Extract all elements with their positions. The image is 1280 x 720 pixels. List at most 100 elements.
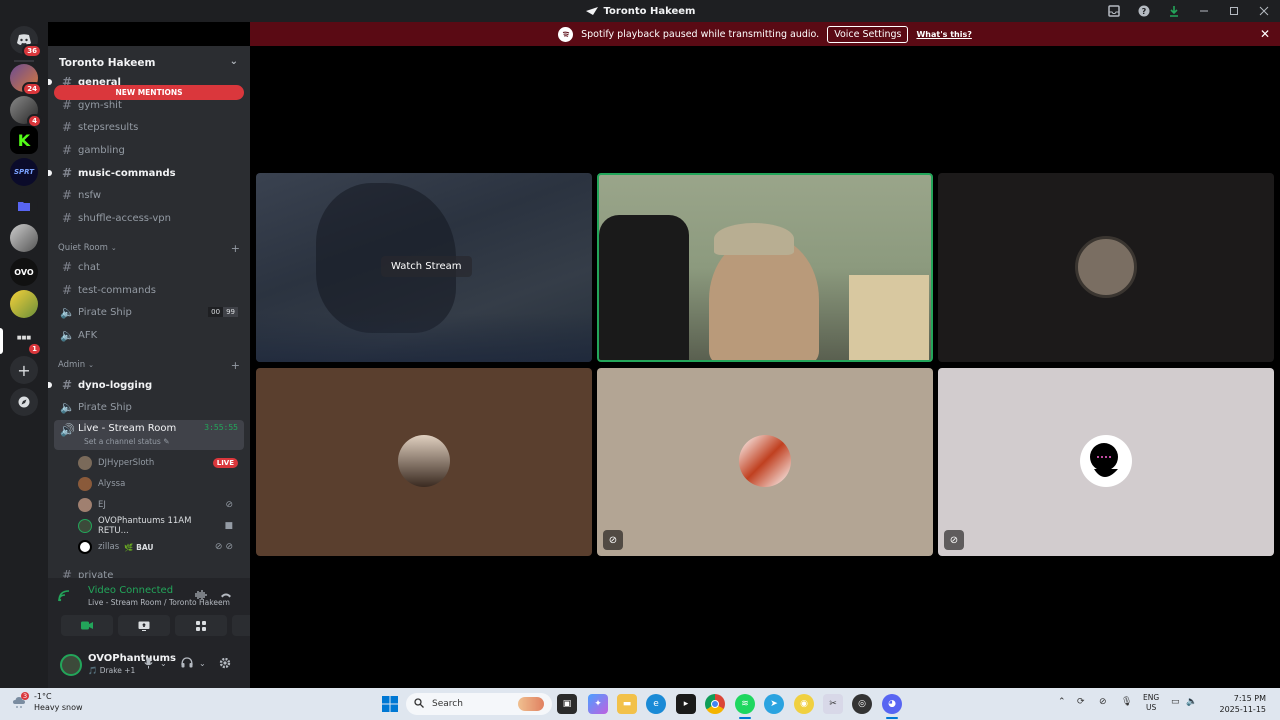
start-button[interactable] [380, 694, 400, 714]
discover-icon[interactable] [10, 388, 38, 416]
volume-icon[interactable]: 🔈 [1186, 697, 1197, 707]
connection-signal-icon[interactable] [58, 590, 70, 605]
connection-location[interactable]: Live - Stream Room / Toronto Hakeem [88, 598, 230, 607]
close-window-icon[interactable] [1256, 3, 1272, 19]
screen-share-button[interactable] [118, 615, 170, 636]
maximize-icon[interactable] [1226, 3, 1242, 19]
spotify-icon [558, 26, 574, 42]
server-icon-active[interactable]: ■■■ 1 [10, 324, 42, 356]
new-mentions-banner[interactable]: NEW MENTIONS [54, 85, 244, 100]
video-tile-ej[interactable] [938, 173, 1274, 362]
discord-taskbar-icon[interactable]: ◕ [882, 694, 902, 714]
server-icon-sport[interactable]: SPRT [10, 158, 38, 186]
server-icon-portrait[interactable]: 4 [10, 96, 42, 128]
gear-icon[interactable] [219, 657, 231, 672]
chrome-icon[interactable] [705, 694, 725, 714]
camera-button[interactable] [61, 615, 113, 636]
server-icon-character[interactable] [10, 224, 38, 252]
hash-icon: # [61, 166, 73, 180]
channel-gambling[interactable]: # gambling [54, 140, 244, 160]
chevron-down-icon[interactable]: ⌄ [160, 659, 167, 668]
noise-suppression-icon[interactable] [195, 590, 207, 603]
voice-channel-live-stream-room[interactable]: 🔊 Live - Stream Room 3:55:55 Set a chann… [54, 420, 244, 450]
mic-tray-icon[interactable]: 🎙 [1121, 697, 1132, 707]
voice-settings-button[interactable]: Voice Settings [827, 25, 909, 43]
voice-user-ovophantuums[interactable]: OVOPhantuums 11AM RETU... ■ [78, 516, 244, 536]
server-badge: 1 [27, 342, 42, 356]
chevron-up-icon[interactable]: ⌃ [1058, 697, 1066, 707]
channel-dyno-logging[interactable]: # dyno-logging [48, 375, 244, 395]
category-quiet-room[interactable]: Quiet Room ⌄ + [58, 242, 240, 255]
disconnect-icon[interactable] [220, 590, 232, 603]
file-explorer-icon[interactable]: ▬ [617, 694, 637, 714]
snipping-tool-icon[interactable]: ✂ [823, 694, 843, 714]
language-indicator[interactable]: ENG US [1143, 693, 1159, 713]
task-view-icon[interactable]: ▣ [557, 694, 577, 714]
whats-this-link[interactable]: What's this? [916, 30, 971, 39]
server-icon-anime[interactable]: 24 [10, 64, 42, 96]
voice-user-djhypersloth[interactable]: DJHyperSloth LIVE [78, 454, 244, 472]
voice-user-ej[interactable]: EJ ⊘ [78, 496, 244, 514]
sync-icon[interactable]: ⟳ [1077, 697, 1085, 707]
voice-stage: Watch Stream ⊘ ⊘ [250, 46, 1280, 688]
download-icon[interactable] [1166, 3, 1182, 19]
edge-icon[interactable]: e [646, 694, 666, 714]
obs-icon[interactable]: ◎ [852, 694, 872, 714]
watch-stream-button[interactable]: Watch Stream [381, 256, 472, 277]
channel-label: gym-shit [78, 99, 122, 111]
system-clock[interactable]: 7:15 PM 2025-11-15 [1220, 693, 1267, 715]
category-admin[interactable]: Admin ⌄ + [58, 359, 240, 372]
voice-user-alyssa[interactable]: Alyssa [78, 475, 244, 493]
video-tile-participant[interactable]: ⊘ [597, 368, 933, 556]
spotify-taskbar-icon[interactable]: ≋ [735, 694, 755, 714]
channel-test-commands[interactable]: # test-commands [54, 280, 244, 300]
channel-shuffle-access-vpn[interactable]: # shuffle-access-vpn [54, 208, 244, 228]
activities-button[interactable] [175, 615, 227, 636]
add-channel-icon[interactable]: + [231, 359, 240, 372]
microphone-icon[interactable] [144, 657, 153, 672]
inbox-icon[interactable] [1106, 3, 1122, 19]
voice-channel-afk[interactable]: 🔈 AFK [54, 325, 244, 345]
app-badge-icon[interactable]: ◉ [794, 694, 814, 714]
help-icon[interactable]: ? [1136, 3, 1152, 19]
stream-tile-djhypersloth[interactable]: Watch Stream [256, 173, 592, 362]
copilot-icon[interactable]: ✦ [588, 694, 608, 714]
voice-user-name: OVOPhantuums 11AM RETU... [97, 516, 192, 536]
display-icon[interactable]: ▭ [1171, 697, 1180, 707]
chevron-down-icon[interactable]: ⌄ [199, 659, 206, 668]
telegram-icon[interactable]: ➤ [764, 694, 784, 714]
channel-status-field[interactable]: Set a channel status ✎ [84, 437, 169, 446]
direct-messages-icon[interactable]: 36 [10, 26, 42, 58]
user-avatar[interactable] [60, 654, 82, 676]
video-tile-alyssa[interactable] [256, 368, 592, 556]
search-highlight-icon [518, 697, 544, 711]
server-icon-ovo[interactable]: OVO [10, 258, 38, 286]
server-icon-simpson[interactable] [10, 290, 38, 318]
close-notice-icon[interactable]: ✕ [1260, 27, 1270, 41]
video-tile-ovophantuums[interactable] [597, 173, 933, 362]
network-off-icon[interactable]: ⊘ [1099, 697, 1107, 707]
channel-chat[interactable]: # chat [54, 257, 244, 277]
headphones-icon[interactable] [181, 657, 193, 671]
add-channel-icon[interactable]: + [231, 242, 240, 255]
terminal-icon[interactable]: ▸ [676, 694, 696, 714]
channel-music-commands[interactable]: # music-commands [48, 163, 244, 183]
server-logo-icon [585, 7, 598, 15]
minimize-icon[interactable] [1196, 3, 1212, 19]
folder-icon[interactable] [10, 192, 38, 220]
video-tile-zillas[interactable]: ⊘ [938, 368, 1274, 556]
channel-stepsresults[interactable]: # stepsresults [54, 117, 244, 137]
voice-user-name: zillas [98, 542, 120, 552]
live-badge: LIVE [212, 458, 238, 468]
voice-user-zillas[interactable]: zillas 🌿 BAU ⊘⊘ [78, 538, 244, 556]
user-tag-text: BAU [136, 542, 154, 552]
server-icon-kick[interactable]: K [10, 126, 38, 154]
connection-status[interactable]: Video Connected [88, 585, 173, 596]
voice-channel-pirate-ship-admin[interactable]: 🔈 Pirate Ship [54, 397, 244, 417]
channel-nsfw[interactable]: # nsfw [54, 185, 244, 205]
chevron-down-icon[interactable]: ⌄ [230, 56, 238, 67]
add-server-icon[interactable]: + [10, 356, 38, 384]
taskbar-search[interactable]: Search [406, 693, 552, 715]
voice-channel-pirate-ship[interactable]: 🔈 Pirate Ship 00 99 [54, 302, 244, 322]
participant-avatar [1075, 236, 1137, 298]
